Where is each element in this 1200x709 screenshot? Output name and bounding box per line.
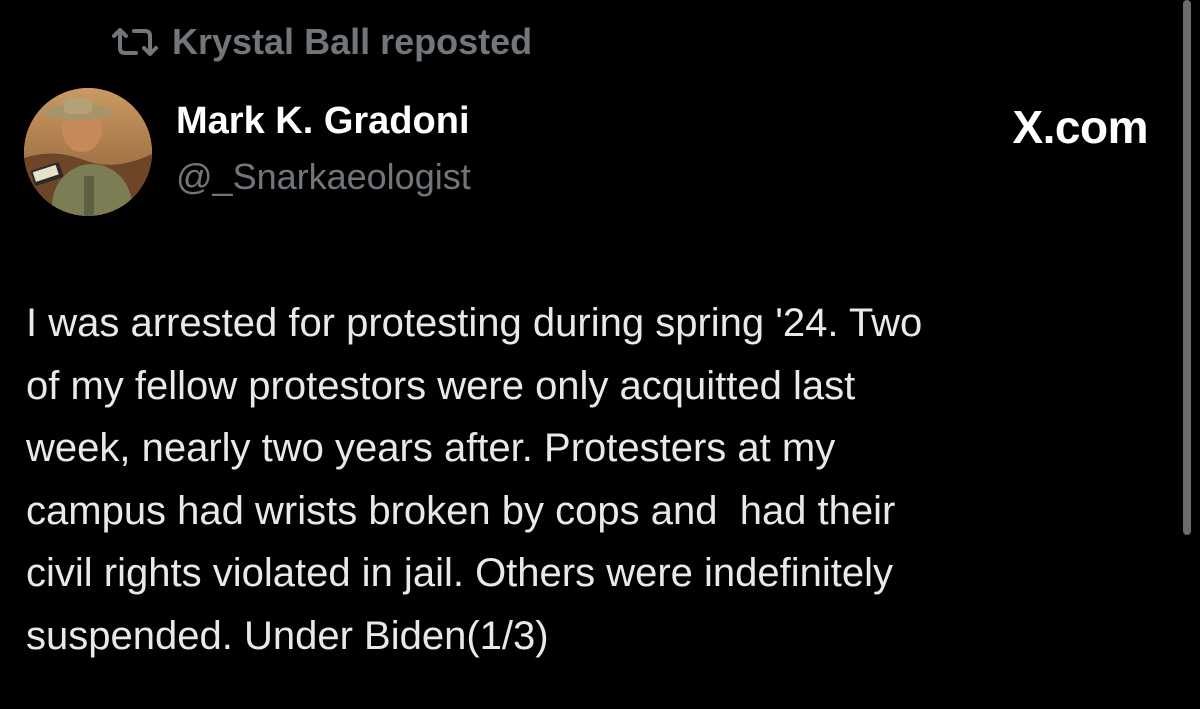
tweet-line: suspended. Under Biden(1/3) [26, 613, 549, 658]
repost-label: Krystal Ball reposted [172, 21, 533, 62]
tweet-line: I was arrested for protesting during spr… [26, 301, 923, 345]
tweet-line: campus had wrists broken by cops and had… [26, 488, 896, 533]
repost-icon [112, 24, 158, 60]
tweet-text: I was arrested for protesting during spr… [26, 292, 1146, 667]
tweet-line: of my fellow protestors were only acquit… [26, 363, 856, 408]
tweet-line: week, nearly two years after. Protesters… [26, 426, 836, 470]
avatar[interactable] [24, 88, 152, 216]
repost-indicator[interactable]: Krystal Ball reposted [112, 20, 532, 64]
author-name[interactable]: Mark K. Gradoni [176, 100, 470, 143]
brand-label: X.com [1012, 101, 1148, 153]
scrollbar[interactable] [1183, 0, 1191, 535]
tweet-line: civil rights violated in jail. Others we… [26, 551, 894, 595]
author-handle[interactable]: @_Snarkaeologist [176, 156, 471, 198]
